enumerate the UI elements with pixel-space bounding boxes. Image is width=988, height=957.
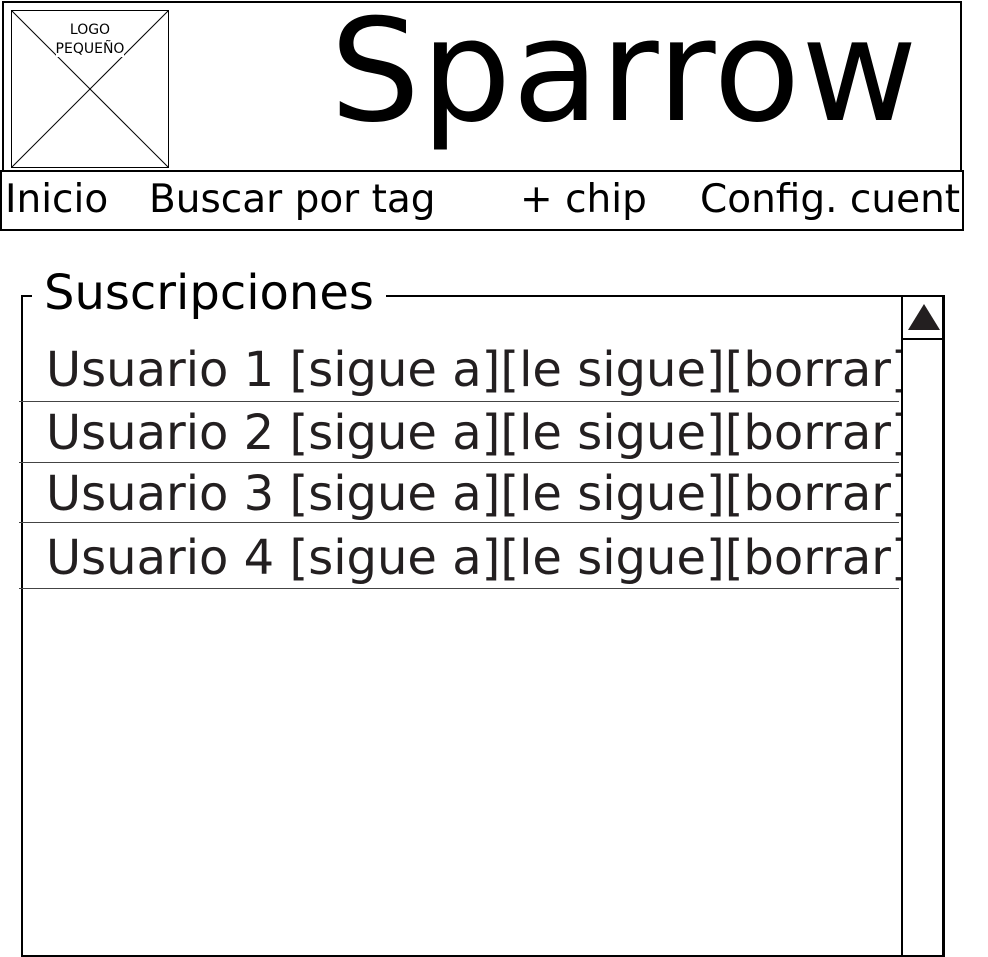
list-item-text: Usuario 2 [sigue a][le sigue][borrar] (46, 405, 910, 461)
list-item-text: Usuario 4 [sigue a][le sigue][borrar] (46, 530, 910, 586)
nav-item-config-cuenta[interactable]: Config. cuenta (700, 178, 962, 222)
logo-placeholder: LOGO PEQUEÑO (11, 10, 169, 168)
nav-item-inicio[interactable]: Inicio (5, 178, 108, 222)
subscriptions-list: Usuario 1 [sigue a][le sigue][borrar] Us… (19, 297, 910, 955)
list-item-text: Usuario 1 [sigue a][le sigue][borrar] (46, 342, 910, 398)
scroll-up-button[interactable] (903, 297, 942, 340)
header: LOGO PEQUEÑO Sparrow (2, 0, 962, 173)
list-item[interactable]: Usuario 4 [sigue a][le sigue][borrar] (19, 523, 910, 589)
app-title: Sparrow (330, 0, 919, 154)
list-item[interactable]: Usuario 3 [sigue a][le sigue][borrar] (19, 463, 910, 523)
list-item-text: Usuario 3 [sigue a][le sigue][borrar] (46, 466, 910, 522)
subscriptions-panel: Suscripciones Usuario 1 [sigue a][le sig… (19, 264, 945, 957)
nav-item-buscar-por-tag[interactable]: Buscar por tag (149, 178, 436, 222)
logo-text: LOGO PEQUEÑO (55, 22, 125, 57)
vertical-scrollbar[interactable] (901, 297, 943, 955)
nav-item-add-chip[interactable]: + chip (520, 178, 647, 222)
list-item[interactable]: Usuario 1 [sigue a][le sigue][borrar] (19, 337, 910, 402)
nav-bar: Inicio Buscar por tag + chip Config. cue… (0, 170, 964, 231)
list-item[interactable]: Usuario 2 [sigue a][le sigue][borrar] (19, 402, 910, 463)
triangle-up-icon (908, 304, 940, 330)
